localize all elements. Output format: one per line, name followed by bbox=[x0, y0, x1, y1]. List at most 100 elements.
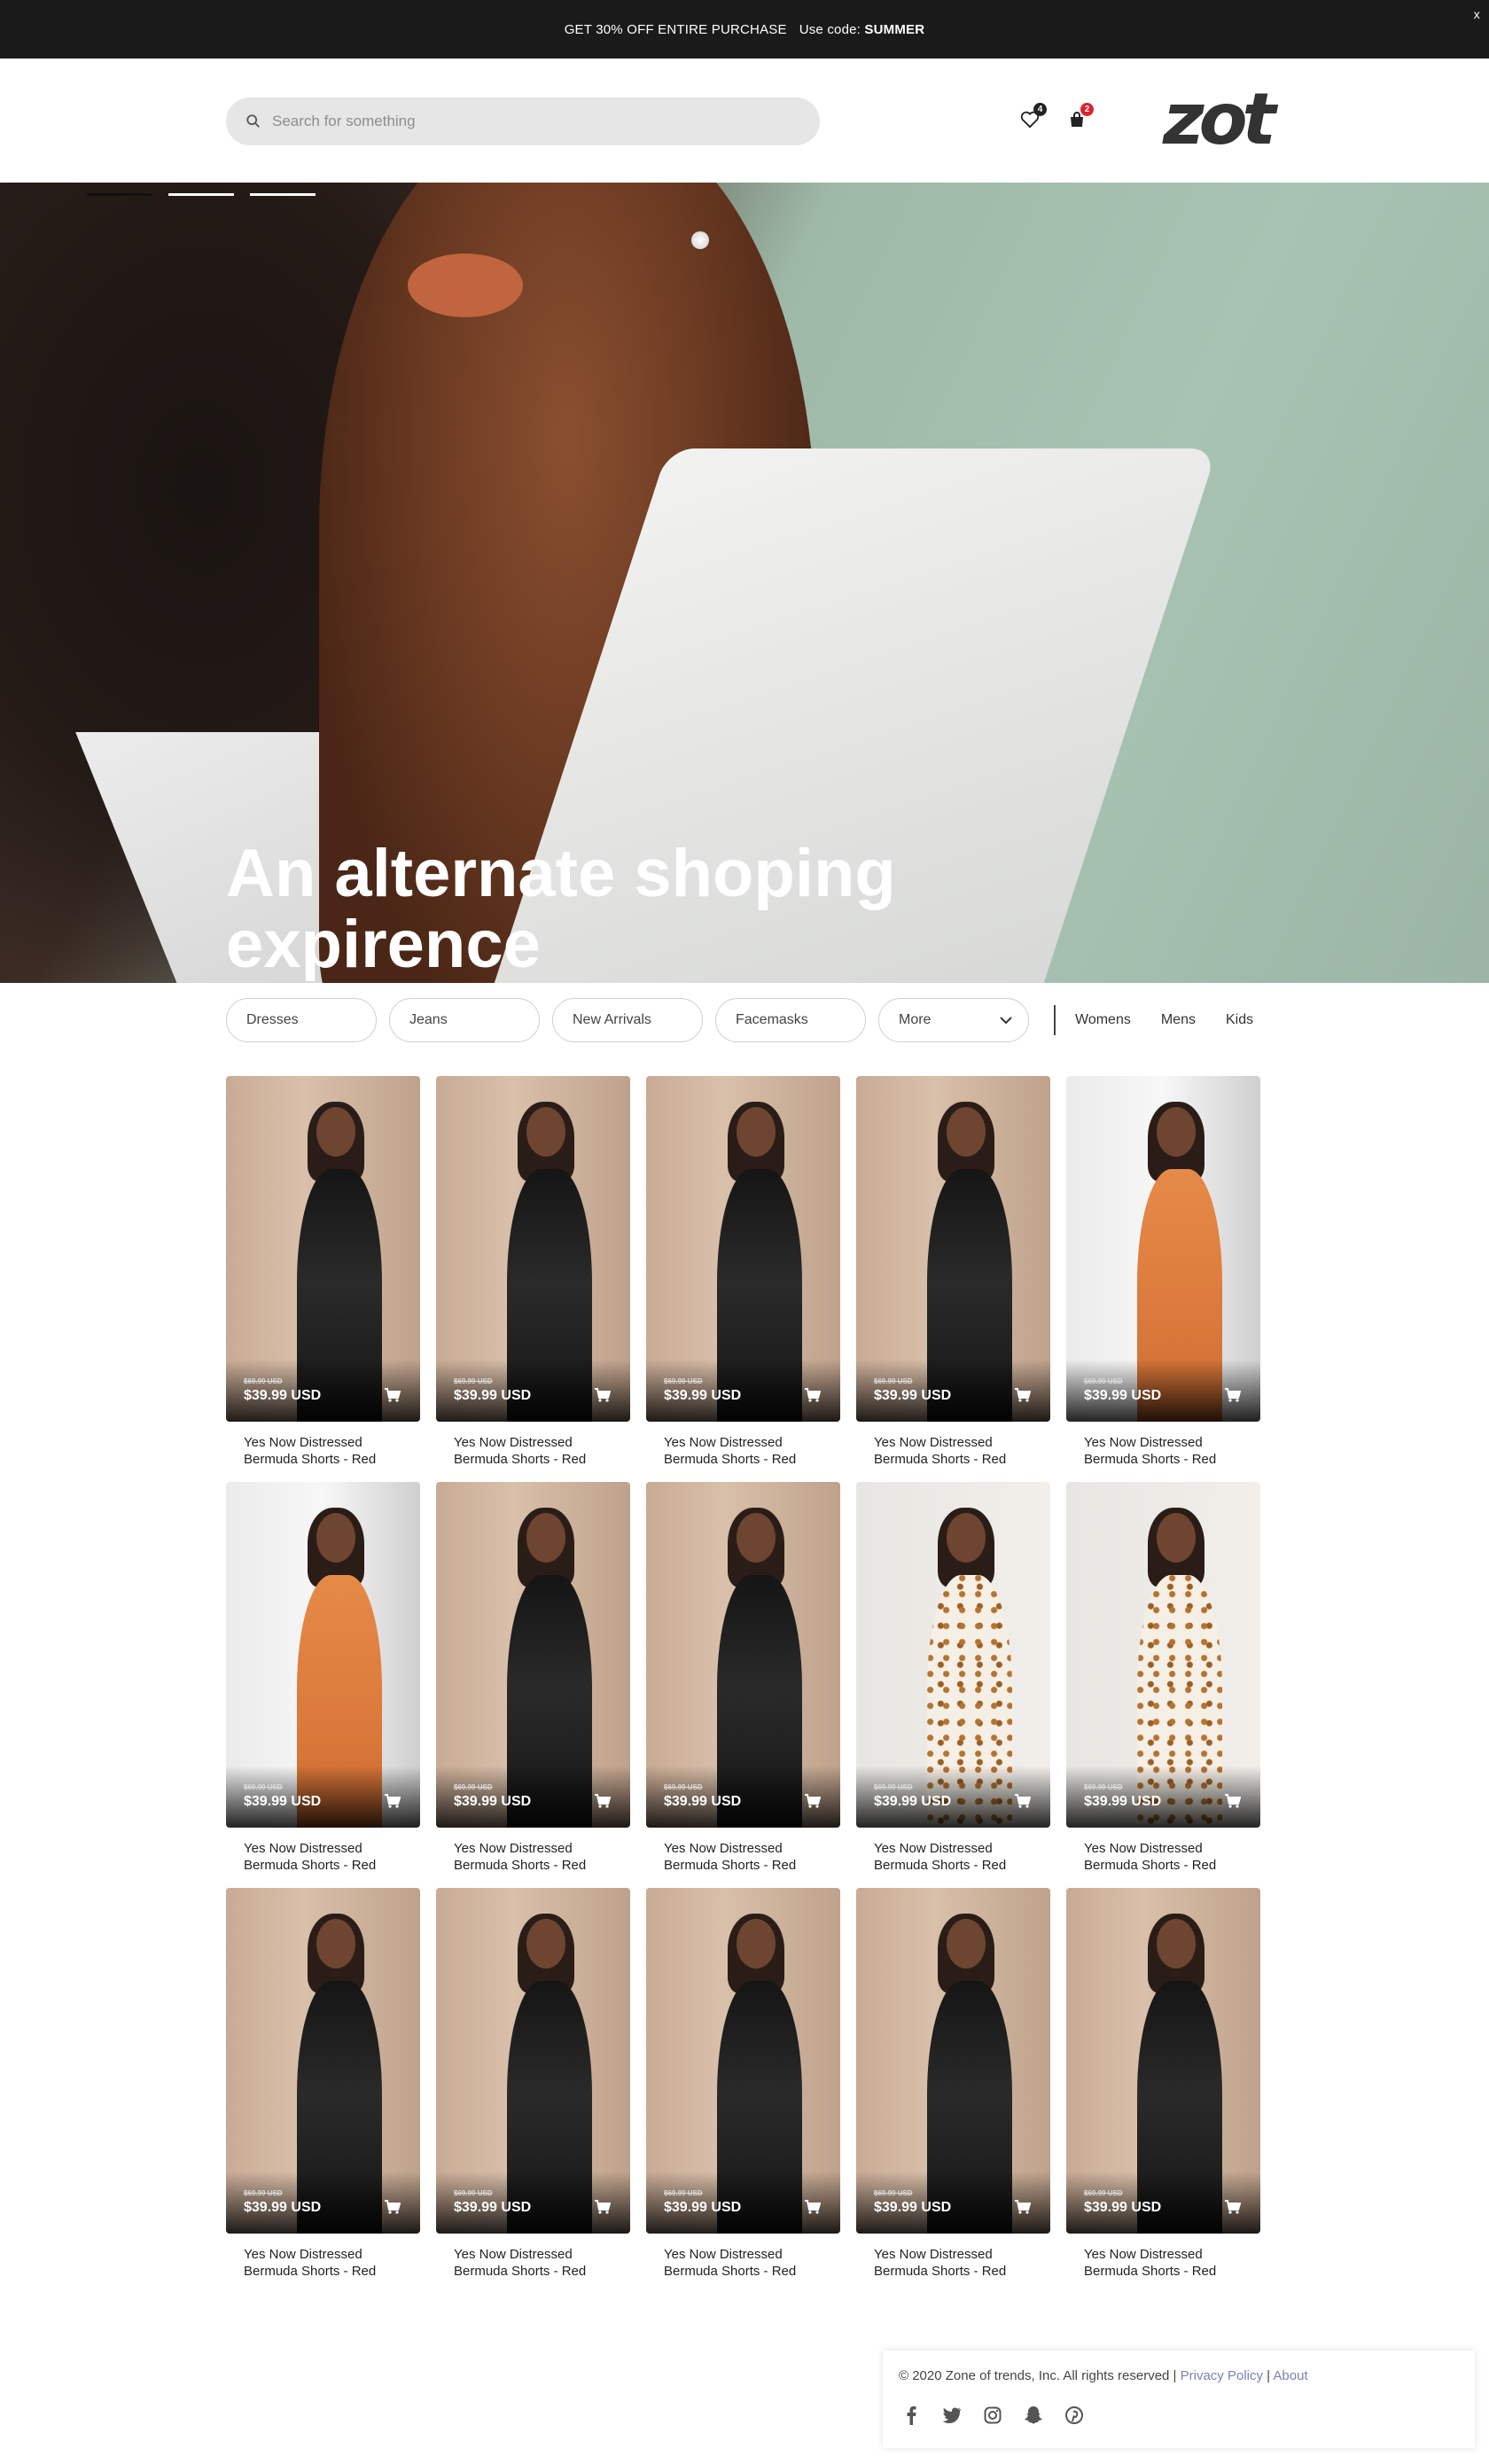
sale-price: $39.99 USD bbox=[1084, 2200, 1162, 2215]
about-link[interactable]: About bbox=[1273, 2368, 1307, 2383]
product-image[interactable]: $69.99 USD $39.99 USD bbox=[856, 1076, 1050, 1422]
add-to-cart-icon[interactable] bbox=[1225, 1388, 1241, 1402]
product-model-head bbox=[316, 1513, 355, 1563]
sale-price: $39.99 USD bbox=[244, 1388, 322, 1403]
add-to-cart-icon[interactable] bbox=[1225, 2200, 1241, 2214]
product-image[interactable]: $69.99 USD $39.99 USD bbox=[1066, 1076, 1260, 1422]
product-card[interactable]: $69.99 USD $39.99 USD Yes Now Distressed… bbox=[1066, 1482, 1260, 1888]
search-icon bbox=[246, 114, 260, 128]
search-bar[interactable] bbox=[226, 97, 820, 145]
product-image[interactable]: $69.99 USD $39.99 USD bbox=[226, 1076, 420, 1422]
zot-logo[interactable]: zot bbox=[1163, 84, 1276, 155]
carousel-dot-2[interactable] bbox=[168, 193, 234, 196]
product-card[interactable]: $69.99 USD $39.99 USD Yes Now Distressed… bbox=[856, 1076, 1050, 1482]
filter-facemasks[interactable]: Facemasks bbox=[715, 998, 866, 1042]
instagram-icon[interactable] bbox=[980, 2404, 1005, 2427]
add-to-cart-icon[interactable] bbox=[1015, 1794, 1031, 1808]
wishlist-button[interactable]: 4 bbox=[1015, 103, 1047, 135]
product-name[interactable]: Yes Now Distressed Bermuda Shorts - Red bbox=[646, 2234, 823, 2280]
filter-more-dropdown[interactable]: More bbox=[878, 998, 1029, 1042]
product-image[interactable]: $69.99 USD $39.99 USD bbox=[436, 1076, 630, 1422]
sale-price: $39.99 USD bbox=[454, 1388, 532, 1403]
add-to-cart-icon[interactable] bbox=[385, 2200, 401, 2214]
add-to-cart-icon[interactable] bbox=[1015, 1388, 1031, 1402]
add-to-cart-icon[interactable] bbox=[595, 2200, 611, 2214]
product-image[interactable]: $69.99 USD $39.99 USD bbox=[226, 1482, 420, 1828]
snapchat-icon[interactable] bbox=[1021, 2404, 1046, 2427]
add-to-cart-icon[interactable] bbox=[595, 1388, 611, 1402]
product-card[interactable]: $69.99 USD $39.99 USD Yes Now Distressed… bbox=[226, 1888, 420, 2294]
category-filter-bar: Dresses Jeans New Arrivals Facemasks Mor… bbox=[226, 998, 1283, 1042]
product-card[interactable]: $69.99 USD $39.99 USD Yes Now Distressed… bbox=[226, 1482, 420, 1888]
product-name[interactable]: Yes Now Distressed Bermuda Shorts - Red bbox=[646, 1422, 823, 1468]
close-promo-button[interactable]: x bbox=[1474, 7, 1480, 21]
promo-code: SUMMER bbox=[864, 21, 925, 37]
product-image[interactable]: $69.99 USD $39.99 USD bbox=[646, 1076, 840, 1422]
original-price: $69.99 USD bbox=[244, 1377, 283, 1385]
product-name[interactable]: Yes Now Distressed Bermuda Shorts - Red bbox=[226, 1828, 403, 1874]
add-to-cart-icon[interactable] bbox=[805, 1388, 821, 1402]
product-model-head bbox=[526, 1919, 565, 1969]
product-card[interactable]: $69.99 USD $39.99 USD Yes Now Distressed… bbox=[226, 1076, 420, 1482]
product-image[interactable]: $69.99 USD $39.99 USD bbox=[1066, 1482, 1260, 1828]
pinterest-icon[interactable] bbox=[1062, 2404, 1087, 2427]
product-name[interactable]: Yes Now Distressed Bermuda Shorts - Red bbox=[1066, 1828, 1243, 1874]
product-card[interactable]: $69.99 USD $39.99 USD Yes Now Distressed… bbox=[1066, 1076, 1260, 1482]
original-price: $69.99 USD bbox=[1084, 2189, 1123, 2197]
gender-kids[interactable]: Kids bbox=[1226, 1012, 1253, 1028]
carousel-dot-1[interactable] bbox=[87, 193, 152, 196]
filter-jeans[interactable]: Jeans bbox=[389, 998, 540, 1042]
product-image[interactable]: $69.99 USD $39.99 USD bbox=[856, 1482, 1050, 1828]
product-name[interactable]: Yes Now Distressed Bermuda Shorts - Red bbox=[436, 2234, 613, 2280]
product-model-head bbox=[1157, 1919, 1196, 1969]
facebook-icon[interactable] bbox=[899, 2404, 924, 2427]
product-card[interactable]: $69.99 USD $39.99 USD Yes Now Distressed… bbox=[436, 1888, 630, 2294]
product-card[interactable]: $69.99 USD $39.99 USD Yes Now Distressed… bbox=[436, 1076, 630, 1482]
product-card[interactable]: $69.99 USD $39.99 USD Yes Now Distressed… bbox=[1066, 1888, 1260, 2294]
add-to-cart-icon[interactable] bbox=[1015, 2200, 1031, 2214]
gender-mens[interactable]: Mens bbox=[1161, 1012, 1196, 1028]
add-to-cart-icon[interactable] bbox=[385, 1388, 401, 1402]
product-name[interactable]: Yes Now Distressed Bermuda Shorts - Red bbox=[1066, 2234, 1243, 2280]
product-image[interactable]: $69.99 USD $39.99 USD bbox=[436, 1482, 630, 1828]
gender-womens[interactable]: Womens bbox=[1075, 1012, 1131, 1028]
twitter-icon[interactable] bbox=[939, 2404, 964, 2427]
add-to-cart-icon[interactable] bbox=[1225, 1794, 1241, 1808]
search-input[interactable] bbox=[272, 113, 768, 130]
add-to-cart-icon[interactable] bbox=[385, 1794, 401, 1808]
privacy-policy-link[interactable]: Privacy Policy bbox=[1181, 2368, 1263, 2383]
sale-price: $39.99 USD bbox=[244, 2200, 322, 2215]
filter-new-arrivals[interactable]: New Arrivals bbox=[552, 998, 703, 1042]
cart-button[interactable]: 2 bbox=[1062, 103, 1094, 135]
filter-dresses[interactable]: Dresses bbox=[226, 998, 377, 1042]
product-card[interactable]: $69.99 USD $39.99 USD Yes Now Distressed… bbox=[646, 1888, 840, 2294]
product-name[interactable]: Yes Now Distressed Bermuda Shorts - Red bbox=[856, 2234, 1033, 2280]
carousel-dot-3[interactable] bbox=[250, 193, 316, 196]
product-name[interactable]: Yes Now Distressed Bermuda Shorts - Red bbox=[226, 1422, 403, 1468]
carousel-indicators bbox=[87, 193, 316, 196]
product-card[interactable]: $69.99 USD $39.99 USD Yes Now Distressed… bbox=[856, 1888, 1050, 2294]
product-image[interactable]: $69.99 USD $39.99 USD bbox=[226, 1888, 420, 2234]
product-card[interactable]: $69.99 USD $39.99 USD Yes Now Distressed… bbox=[436, 1482, 630, 1888]
product-image[interactable]: $69.99 USD $39.99 USD bbox=[1066, 1888, 1260, 2234]
product-card[interactable]: $69.99 USD $39.99 USD Yes Now Distressed… bbox=[646, 1482, 840, 1888]
product-name[interactable]: Yes Now Distressed Bermuda Shorts - Red bbox=[436, 1422, 613, 1468]
product-card[interactable]: $69.99 USD $39.99 USD Yes Now Distressed… bbox=[856, 1482, 1050, 1888]
product-card[interactable]: $69.99 USD $39.99 USD Yes Now Distressed… bbox=[646, 1076, 840, 1482]
product-name[interactable]: Yes Now Distressed Bermuda Shorts - Red bbox=[856, 1828, 1033, 1874]
product-name[interactable]: Yes Now Distressed Bermuda Shorts - Red bbox=[646, 1828, 823, 1874]
product-image[interactable]: $69.99 USD $39.99 USD bbox=[646, 1888, 840, 2234]
sale-price: $39.99 USD bbox=[664, 1388, 742, 1403]
add-to-cart-icon[interactable] bbox=[595, 1794, 611, 1808]
product-image[interactable]: $69.99 USD $39.99 USD bbox=[646, 1482, 840, 1828]
promo-banner: GET 30% OFF ENTIRE PURCHASE Use code: SU… bbox=[0, 0, 1489, 58]
product-name[interactable]: Yes Now Distressed Bermuda Shorts - Red bbox=[226, 2234, 403, 2280]
add-to-cart-icon[interactable] bbox=[805, 1794, 821, 1808]
product-image[interactable]: $69.99 USD $39.99 USD bbox=[436, 1888, 630, 2234]
product-name[interactable]: Yes Now Distressed Bermuda Shorts - Red bbox=[1066, 1422, 1243, 1468]
footer: © 2020 Zone of trends, Inc. All rights r… bbox=[883, 2351, 1475, 2448]
product-image[interactable]: $69.99 USD $39.99 USD bbox=[856, 1888, 1050, 2234]
product-name[interactable]: Yes Now Distressed Bermuda Shorts - Red bbox=[436, 1828, 613, 1874]
product-name[interactable]: Yes Now Distressed Bermuda Shorts - Red bbox=[856, 1422, 1033, 1468]
add-to-cart-icon[interactable] bbox=[805, 2200, 821, 2214]
